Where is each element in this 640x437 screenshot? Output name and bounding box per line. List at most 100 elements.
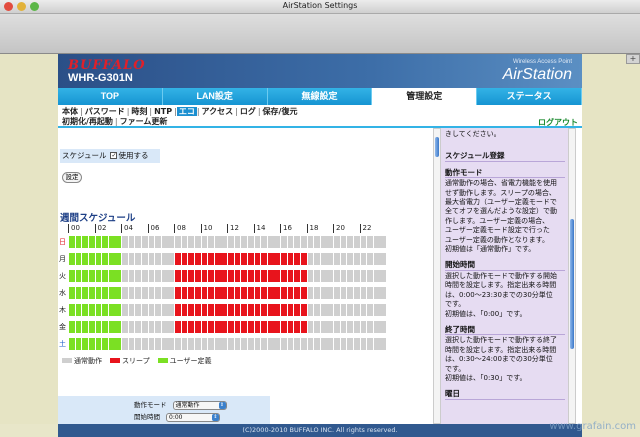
logout-link[interactable]: ログアウト bbox=[538, 117, 578, 128]
schedule-slot[interactable] bbox=[181, 304, 188, 316]
schedule-slot[interactable] bbox=[181, 270, 188, 282]
schedule-slot[interactable] bbox=[320, 236, 327, 248]
schedule-slot[interactable] bbox=[128, 253, 135, 265]
schedule-slot[interactable] bbox=[274, 270, 281, 282]
schedule-slot[interactable] bbox=[353, 338, 360, 350]
schedule-slot[interactable] bbox=[161, 236, 168, 248]
schedule-slot[interactable] bbox=[108, 253, 115, 265]
schedule-slot[interactable] bbox=[254, 236, 261, 248]
schedule-slot[interactable] bbox=[274, 287, 281, 299]
schedule-slot[interactable] bbox=[122, 321, 128, 333]
schedule-slot[interactable] bbox=[95, 236, 102, 248]
schedule-slot[interactable] bbox=[194, 338, 201, 350]
schedule-slot[interactable] bbox=[360, 338, 367, 350]
schedule-slot[interactable] bbox=[175, 304, 181, 316]
start-time-select[interactable]: 0:00 ⇕ bbox=[166, 412, 220, 422]
schedule-slot[interactable] bbox=[108, 321, 115, 333]
schedule-slot[interactable] bbox=[135, 321, 142, 333]
schedule-slot[interactable] bbox=[274, 253, 281, 265]
schedule-slot[interactable] bbox=[281, 338, 287, 350]
schedule-slot[interactable] bbox=[327, 321, 334, 333]
schedule-slot[interactable] bbox=[241, 338, 248, 350]
schedule-slot[interactable] bbox=[234, 321, 241, 333]
schedule-slot[interactable] bbox=[208, 338, 214, 350]
schedule-slot[interactable] bbox=[320, 270, 327, 282]
schedule-slot[interactable] bbox=[95, 253, 102, 265]
schedule-slot[interactable] bbox=[234, 338, 241, 350]
schedule-slot[interactable] bbox=[194, 287, 201, 299]
schedule-slot[interactable] bbox=[148, 338, 155, 350]
schedule-slot[interactable] bbox=[247, 287, 254, 299]
schedule-slot[interactable] bbox=[221, 287, 228, 299]
schedule-slot[interactable] bbox=[367, 321, 373, 333]
schedule-slot[interactable] bbox=[307, 287, 314, 299]
schedule-slot[interactable] bbox=[214, 321, 221, 333]
schedule-slot[interactable] bbox=[367, 270, 373, 282]
schedule-slot[interactable] bbox=[75, 287, 82, 299]
schedule-slot[interactable] bbox=[340, 287, 347, 299]
schedule-slot[interactable] bbox=[168, 253, 175, 265]
schedule-slot[interactable] bbox=[221, 321, 228, 333]
schedule-slot[interactable] bbox=[353, 304, 360, 316]
schedule-slot[interactable] bbox=[327, 338, 334, 350]
schedule-slot[interactable] bbox=[347, 321, 354, 333]
schedule-slot[interactable] bbox=[340, 304, 347, 316]
schedule-slot[interactable] bbox=[320, 304, 327, 316]
schedule-slot[interactable] bbox=[141, 270, 148, 282]
schedule-slot[interactable] bbox=[82, 304, 89, 316]
schedule-slot[interactable] bbox=[300, 321, 307, 333]
schedule-slot[interactable] bbox=[155, 338, 161, 350]
schedule-slot[interactable] bbox=[201, 304, 208, 316]
schedule-slot[interactable] bbox=[88, 338, 95, 350]
schedule-slot[interactable] bbox=[320, 321, 327, 333]
schedule-slot[interactable] bbox=[135, 270, 142, 282]
schedule-slot[interactable] bbox=[281, 253, 287, 265]
tab-status[interactable]: ステータス bbox=[477, 88, 582, 105]
schedule-slot[interactable] bbox=[82, 236, 89, 248]
schedule-slot[interactable] bbox=[287, 253, 294, 265]
schedule-slot[interactable] bbox=[221, 270, 228, 282]
schedule-slot[interactable] bbox=[287, 236, 294, 248]
schedule-slot[interactable] bbox=[95, 287, 102, 299]
schedule-slot[interactable] bbox=[135, 236, 142, 248]
schedule-slot[interactable] bbox=[201, 321, 208, 333]
schedule-slot[interactable] bbox=[148, 236, 155, 248]
schedule-slot[interactable] bbox=[314, 304, 320, 316]
schedule-slot[interactable] bbox=[141, 253, 148, 265]
schedule-slot[interactable] bbox=[208, 287, 214, 299]
schedule-slot[interactable] bbox=[181, 287, 188, 299]
schedule-slot[interactable] bbox=[115, 270, 122, 282]
schedule-slot[interactable] bbox=[161, 321, 168, 333]
schedule-slot[interactable] bbox=[234, 287, 241, 299]
schedule-slot[interactable] bbox=[221, 304, 228, 316]
schedule-slot[interactable] bbox=[214, 287, 221, 299]
schedule-slot[interactable] bbox=[261, 236, 267, 248]
schedule-slot[interactable] bbox=[287, 304, 294, 316]
schedule-slot[interactable] bbox=[175, 253, 181, 265]
schedule-slot[interactable] bbox=[82, 338, 89, 350]
schedule-slot[interactable] bbox=[102, 321, 108, 333]
schedule-slot[interactable] bbox=[181, 321, 188, 333]
schedule-slot[interactable] bbox=[75, 338, 82, 350]
schedule-slot[interactable] bbox=[353, 253, 360, 265]
schedule-slot[interactable] bbox=[360, 253, 367, 265]
schedule-slot[interactable] bbox=[327, 270, 334, 282]
schedule-slot[interactable] bbox=[360, 270, 367, 282]
schedule-slot[interactable] bbox=[281, 321, 287, 333]
schedule-slot[interactable] bbox=[82, 321, 89, 333]
schedule-slot[interactable] bbox=[155, 287, 161, 299]
schedule-slot[interactable] bbox=[128, 338, 135, 350]
schedule-slot[interactable] bbox=[241, 321, 248, 333]
schedule-slot[interactable] bbox=[360, 287, 367, 299]
tab-top[interactable]: TOP bbox=[58, 88, 163, 105]
schedule-slot[interactable] bbox=[367, 236, 373, 248]
schedule-slot[interactable] bbox=[122, 287, 128, 299]
schedule-slot[interactable] bbox=[320, 287, 327, 299]
schedule-slot[interactable] bbox=[141, 321, 148, 333]
schedule-slot[interactable] bbox=[148, 287, 155, 299]
subnav-item-active[interactable]: エコ bbox=[176, 107, 197, 116]
schedule-slot[interactable] bbox=[148, 270, 155, 282]
schedule-slot[interactable] bbox=[161, 338, 168, 350]
schedule-slot[interactable] bbox=[155, 321, 161, 333]
schedule-slot[interactable] bbox=[347, 270, 354, 282]
